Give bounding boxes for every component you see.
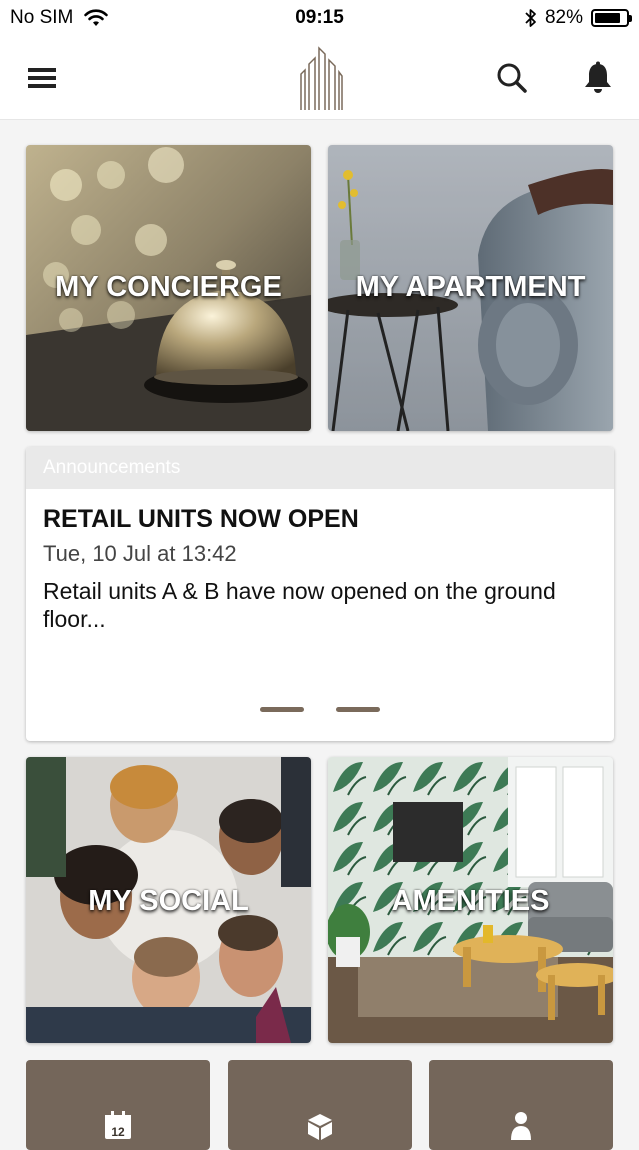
social-label: MY SOCIAL [88,885,249,917]
announcement-body: Retail units A & B have now opened on th… [43,578,556,632]
apartment-tile[interactable]: MY APARTMENT [328,145,613,431]
status-bar: No SIM 09:15 82% [0,0,639,36]
amenities-label: AMENITIES [391,885,550,917]
search-button[interactable] [490,56,534,100]
pager-dot-1[interactable] [260,707,304,712]
status-left: No SIM [10,7,109,29]
pager-dot-2[interactable] [336,707,380,712]
concierge-tile[interactable]: MY CONCIERGE [26,145,311,431]
bell-icon [585,61,611,93]
announcement-title: RETAIL UNITS NOW OPEN [43,505,359,533]
carrier-label: No SIM [10,7,74,28]
notifications-button[interactable] [576,56,620,100]
menu-button[interactable] [22,58,62,98]
announcements-header: Announcements [26,447,614,489]
nav-bar [0,36,639,120]
status-right: 82% [525,7,632,29]
apartment-label: MY APARTMENT [355,271,586,303]
search-icon [497,63,527,93]
announcement-date: Tue, 10 Jul at 13:42 [43,541,237,566]
announcements-card[interactable]: Announcements RETAIL UNITS NOW OPEN Tue,… [26,447,614,741]
social-tile[interactable]: MY SOCIAL [26,757,311,1043]
concierge-label: MY CONCIERGE [55,271,282,303]
building-logo-icon [300,46,343,110]
battery-fill [595,13,620,23]
bluetooth-icon [525,9,536,27]
calendar-day: 12 [111,1125,125,1139]
calendar-button[interactable]: 12 [26,1060,210,1150]
hamburger-icon [28,68,56,88]
parcels-button[interactable] [228,1060,412,1150]
battery-percent: 82% [544,7,583,28]
amenities-tile[interactable]: AMENITIES [328,757,613,1043]
battery-icon [591,9,632,27]
wifi-icon [84,9,109,26]
profile-button[interactable] [429,1060,613,1150]
